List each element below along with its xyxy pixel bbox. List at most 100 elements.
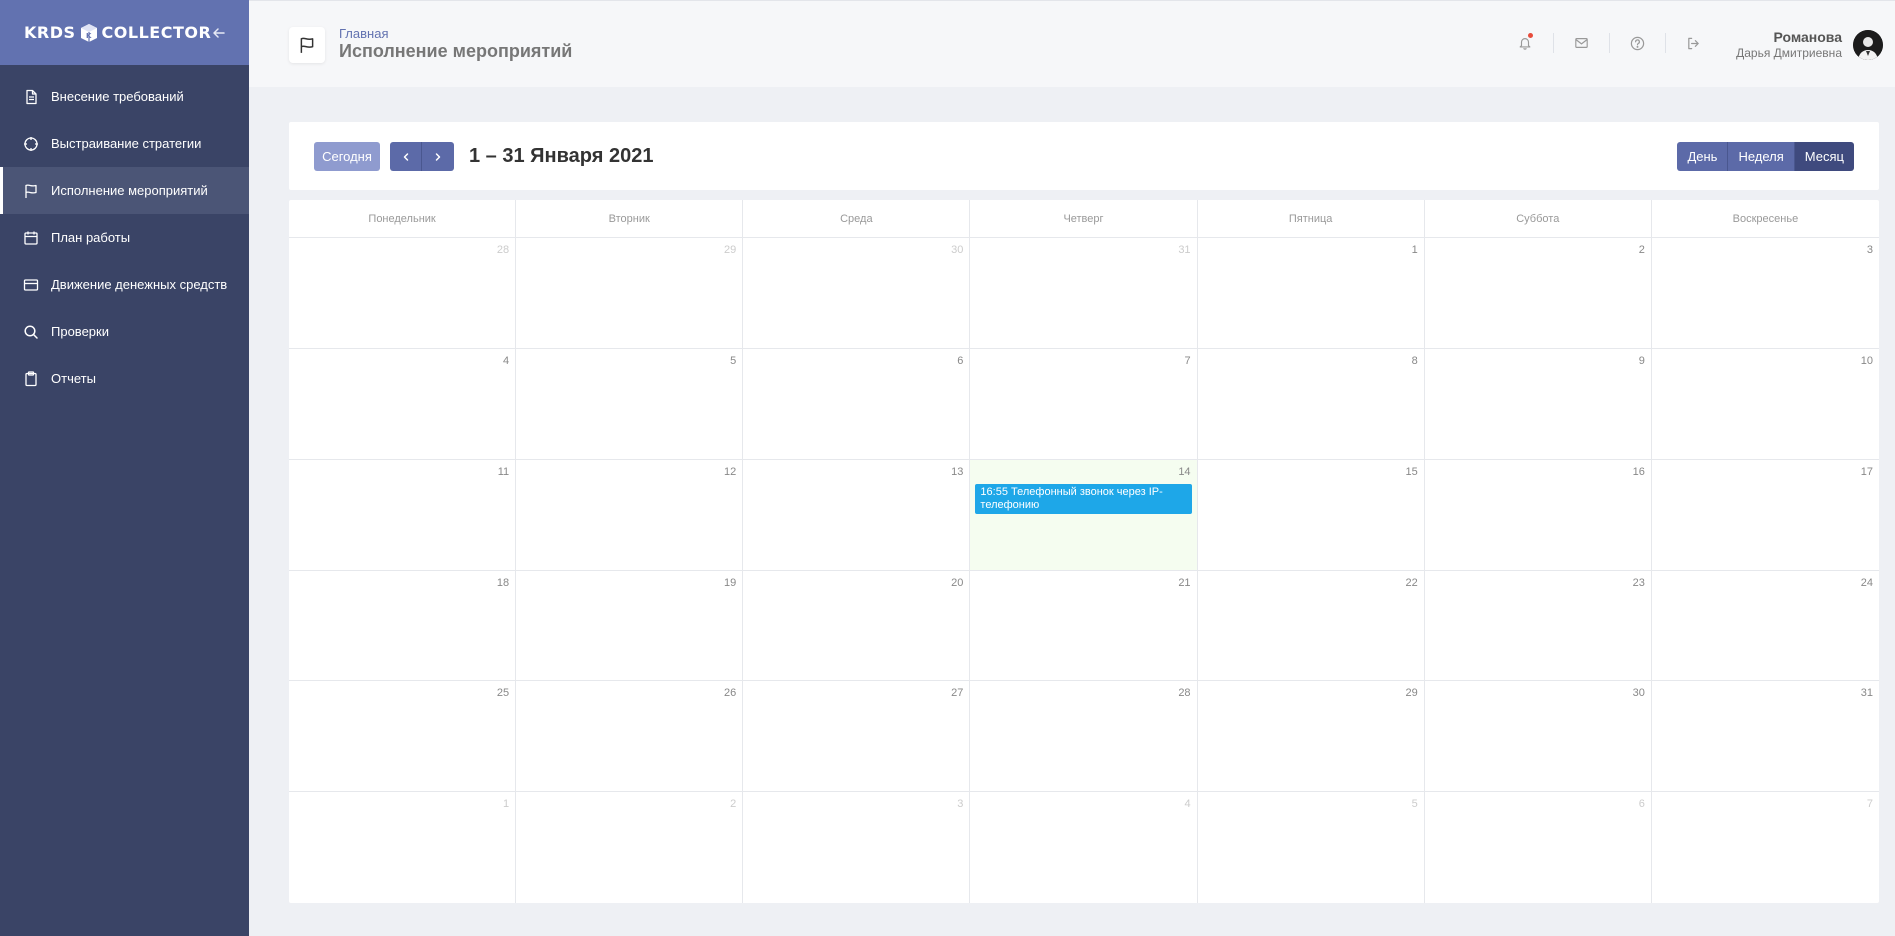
sidebar-item-cash-flow[interactable]: Движение денежных средств [0,261,249,308]
previous-period-button[interactable] [390,142,422,171]
day-cell[interactable]: 27 [743,681,971,793]
collapse-sidebar-button[interactable] [211,25,227,41]
day-cell[interactable]: 29 [1197,681,1425,793]
day-cell-today[interactable]: 14 16:55 Телефонный звонок через IP-телеф… [970,459,1198,571]
day-cell[interactable]: 25 [289,681,517,793]
day-number: 7 [1866,798,1873,811]
day-cell[interactable]: 7 [1652,792,1879,903]
day-cell[interactable]: 30 [1424,681,1652,793]
day-cell[interactable]: 12 [516,459,744,571]
month-calendar: Понедельник Вторник Среда Четверг Пятниц… [289,200,1879,903]
brand-bar: KRDS K COLLECTOR [0,0,249,65]
day-cell[interactable]: 10 [1651,349,1879,460]
sidebar-item-events-execution[interactable]: Исполнение мероприятий [0,167,249,214]
avatar[interactable] [1853,30,1883,60]
day-cell[interactable]: 2 [516,792,744,903]
day-cell[interactable]: 2 [1424,238,1652,349]
day-cell[interactable]: 17 [1651,460,1879,571]
day-number: 6 [1638,798,1645,811]
day-number: 30 [951,244,964,256]
logout-icon [1687,37,1699,49]
top-header: Главная Исполнение мероприятий Романова … [249,0,1895,87]
chevron-right-icon [435,152,441,161]
weekday-label: Воскресенье [1732,212,1799,225]
day-cell[interactable]: 6 [743,348,971,460]
sidebar-item-strategy[interactable]: Выстраивание стратегии [0,120,249,167]
day-cell[interactable]: 3 [743,792,971,903]
day-number: 13 [951,465,964,478]
sidebar-item-label: Внесение требований [51,89,184,104]
calendar-event[interactable]: 16:55 Телефонный звонок через IP-телефон… [975,483,1192,514]
sidebar-item-label: План работы [51,230,131,245]
logout-button[interactable] [1665,31,1721,55]
day-number: 3 [957,798,964,811]
sidebar-item-label: Исполнение мероприятий [51,183,208,198]
day-number: 2 [1638,244,1645,256]
day-cell[interactable]: 26 [516,681,744,793]
day-cell[interactable]: 9 [1424,348,1652,460]
sidebar-item-checks[interactable]: Проверки [0,308,249,355]
user-info[interactable]: Романова Дарья Дмитриевна [1736,29,1842,60]
day-cell[interactable]: 28 [970,681,1198,793]
day-cell[interactable]: 19 [516,570,744,682]
day-cell[interactable]: 15 [1197,459,1425,571]
day-cell[interactable]: 3 [1651,238,1879,349]
logo[interactable]: KRDS K COLLECTOR [24,23,211,43]
notifications-button[interactable] [1497,31,1553,55]
help-icon [1630,36,1644,50]
sidebar-item-label: Движение денежных средств [51,277,228,292]
sidebar-item-requirements[interactable]: Внесение требований [0,73,249,120]
sidebar-item-label: Отчеты [51,371,96,386]
day-cell[interactable]: 21 [970,570,1198,682]
weekday-header: Понедельник Вторник Среда Четверг Пятниц… [289,200,1879,238]
day-cell[interactable]: 24 [1651,571,1879,682]
day-number: 25 [496,687,510,700]
sidebar-item-reports[interactable]: Отчеты [0,355,249,402]
view-month-button[interactable]: Месяц [1794,142,1854,171]
day-cell[interactable]: 1 [1197,238,1425,349]
view-week-button[interactable]: Неделя [1728,142,1795,171]
day-cell[interactable]: 13 [743,459,971,571]
day-cell[interactable]: 7 [970,348,1198,460]
day-number: 8 [1411,354,1418,367]
help-button[interactable] [1609,31,1665,55]
weekday-label: Среда [743,200,971,237]
breadcrumb[interactable]: Главная [339,26,388,41]
day-number: 20 [951,576,964,589]
day-cell[interactable]: 31 [970,238,1198,349]
day-cell[interactable]: 5 [516,348,744,460]
messages-button[interactable] [1553,31,1609,55]
day-number: 19 [724,576,737,589]
day-cell[interactable]: 5 [1198,792,1425,903]
day-number: 27 [951,687,964,700]
day-cell[interactable]: 11 [289,459,517,571]
day-cell[interactable]: 18 [289,570,517,682]
day-cell[interactable]: 1 [289,792,517,903]
day-cell[interactable]: 16 [1424,459,1652,571]
today-button[interactable]: Сегодня [314,142,380,171]
day-cell[interactable]: 31 [1651,681,1879,793]
day-cell[interactable]: 8 [1197,348,1425,460]
day-cell[interactable]: 4 [289,348,517,460]
day-cell[interactable]: 6 [1425,792,1652,903]
day-cell[interactable]: 30 [743,238,971,349]
day-cell[interactable]: 29 [516,238,744,349]
day-cell[interactable]: 28 [289,238,517,349]
day-cell[interactable]: 4 [970,792,1198,903]
next-period-button[interactable] [422,142,454,171]
day-number: 1 [503,798,510,811]
user-first-name: Дарья Дмитриевна [1736,46,1842,60]
day-number: 18 [496,576,510,589]
day-cell[interactable]: 23 [1424,570,1652,682]
day-cell[interactable]: 22 [1197,570,1425,682]
day-number: 5 [730,354,737,367]
day-cell[interactable]: 20 [743,570,971,682]
svg-text:K: K [86,32,92,40]
sidebar-item-work-plan[interactable]: План работы [0,214,249,261]
header-tools [1497,31,1721,55]
day-number: 16 [1632,465,1645,478]
day-number: 7 [1184,354,1191,367]
view-day-button[interactable]: День [1677,142,1729,171]
calendar-toolbar: Сегодня 1 – 31 Января 2021 День Неделя М… [289,122,1879,190]
day-number: 6 [957,354,964,367]
